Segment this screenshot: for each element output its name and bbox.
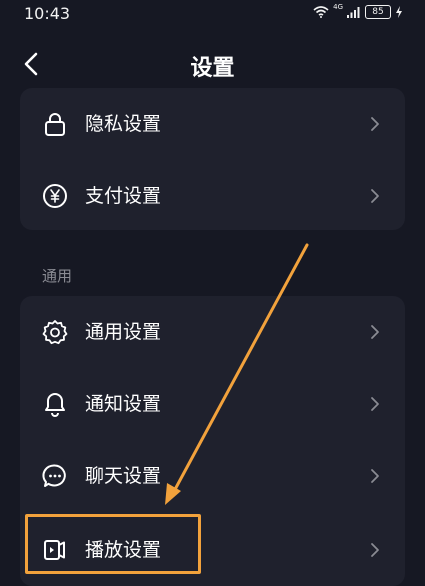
lock-icon [45, 113, 65, 136]
chat-settings-label: 聊天设置 [85, 465, 162, 487]
playback-settings-label: 播放设置 [85, 539, 162, 561]
gear-icon [42, 320, 68, 345]
signal-icon [347, 7, 360, 18]
chat-settings-item[interactable]: 聊天设置 [20, 440, 405, 512]
general-settings-item[interactable]: 通用设置 [20, 296, 405, 368]
chevron-right-icon [371, 325, 379, 339]
payment-settings-label: 支付设置 [85, 185, 162, 207]
privacy-settings-item[interactable]: 隐私设置 [20, 88, 405, 160]
chevron-right-icon [371, 397, 379, 411]
payment-settings-item[interactable]: 支付设置 [20, 160, 405, 232]
status-time: 10:43 [24, 4, 71, 23]
chat-bubble-icon [42, 464, 66, 487]
play-settings-icon [44, 540, 65, 560]
notification-settings-label: 通知设置 [85, 393, 162, 415]
status-icons: 4G 85 [313, 3, 403, 19]
playback-settings-item[interactable]: 播放设置 [20, 514, 405, 586]
network-type-label: 4G [333, 3, 343, 11]
chevron-right-icon [371, 543, 379, 557]
settings-card-account: 隐私设置 支付设置 [20, 88, 405, 230]
header: 设置 [0, 38, 425, 92]
bell-icon [45, 393, 65, 417]
chevron-right-icon [371, 469, 379, 483]
notification-settings-item[interactable]: 通知设置 [20, 368, 405, 440]
general-settings-label: 通用设置 [85, 321, 162, 343]
chevron-right-icon [371, 189, 379, 203]
section-title-general: 通用 [42, 267, 73, 285]
chevron-right-icon [371, 117, 379, 131]
wifi-icon [313, 6, 329, 18]
page-title: 设置 [190, 56, 235, 81]
status-bar: 10:43 4G 85 [0, 0, 425, 30]
settings-card-general: 通用设置 通知设置 聊天设置 播放设置 [20, 296, 405, 586]
privacy-settings-label: 隐私设置 [85, 113, 162, 135]
battery-icon: 85 [365, 5, 391, 19]
charging-bolt-icon [396, 6, 402, 18]
yen-icon [43, 184, 67, 208]
